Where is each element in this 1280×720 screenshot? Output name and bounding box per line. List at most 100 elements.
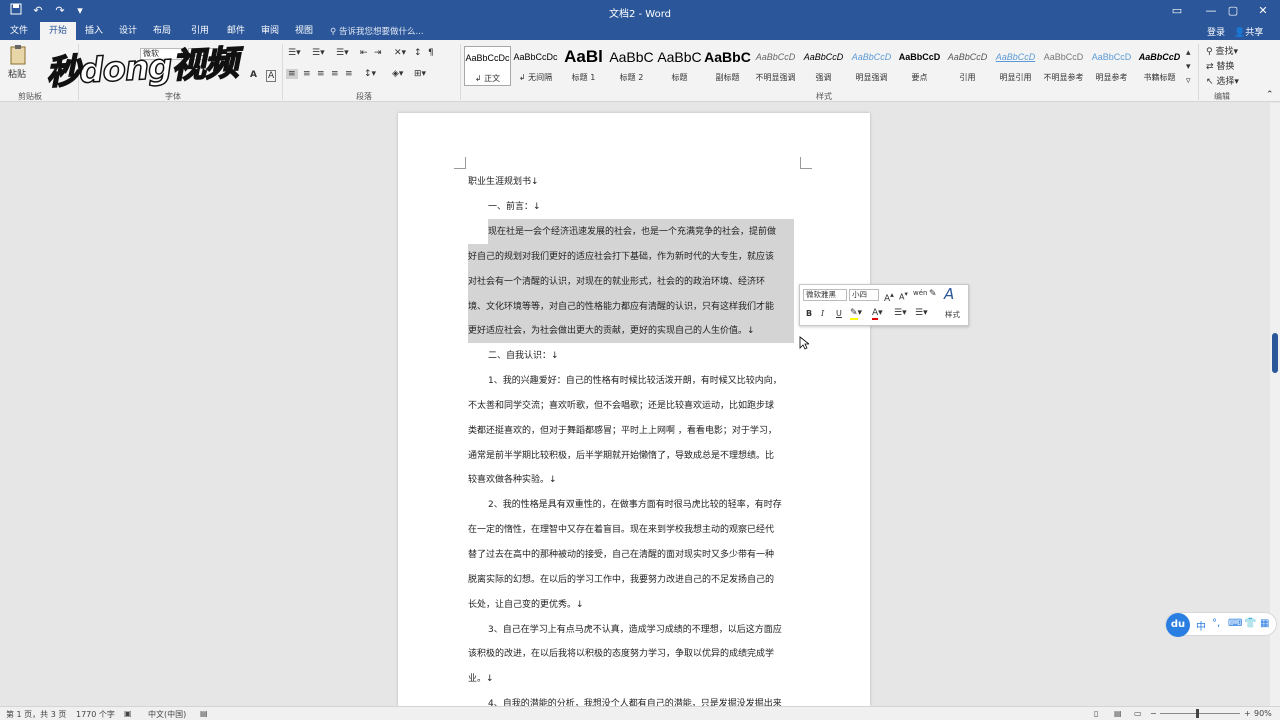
style-emphasis[interactable]: AaBbCcD 强调	[800, 46, 847, 86]
separator	[1198, 44, 1199, 100]
numbering-icon[interactable]: ☰▾	[915, 308, 928, 318]
style-preview: AaBbCcD	[851, 52, 892, 62]
maximize-button[interactable]: ▢	[1216, 0, 1250, 22]
language-indicator[interactable]: 中文(中国)	[148, 709, 186, 720]
sort-icon[interactable]: ↕	[414, 48, 422, 58]
share-button[interactable]: 👤共享	[1234, 25, 1263, 38]
tab-review[interactable]: 审阅	[256, 22, 284, 40]
style-no-spacing[interactable]: AaBbCcDc ↲ 无间隔	[512, 46, 559, 86]
keyboard-icon[interactable]: ⌨	[1228, 618, 1242, 629]
style-subtle-reference[interactable]: AaBbCcD 不明显参考	[1040, 46, 1087, 86]
shading-icon[interactable]: ◈▾	[392, 69, 403, 79]
underline-button[interactable]: U	[836, 309, 842, 318]
bold-button[interactable]: B	[806, 309, 812, 318]
phonetic-guide-icon[interactable]: wén	[913, 289, 927, 297]
skin-icon[interactable]: 👕	[1244, 618, 1256, 629]
web-layout-icon[interactable]: ▭	[1134, 709, 1142, 718]
tab-home[interactable]: 开始	[40, 22, 76, 40]
replace-button[interactable]: ⇄ 替换	[1206, 59, 1234, 72]
shrink-font-icon[interactable]: A▾	[899, 290, 908, 302]
font-color-icon[interactable]: A▾	[872, 308, 883, 320]
zoom-slider[interactable]	[1160, 713, 1240, 714]
show-marks-icon[interactable]: ¶	[428, 48, 434, 58]
styles-icon[interactable]: A	[944, 285, 954, 303]
styles-more-icon[interactable]: ▿	[1186, 76, 1191, 86]
grow-font-icon[interactable]: A▴	[884, 290, 894, 304]
mini-font-name[interactable]: 微软雅黑	[803, 289, 847, 301]
styles-label[interactable]: 样式	[945, 309, 960, 320]
word-count[interactable]: 1770 个字	[76, 709, 115, 720]
login-link[interactable]: 登录	[1207, 25, 1225, 38]
status-bar: 第 1 页，共 3 页 1770 个字 ▣ 中文(中国) ▤ ▯ ▤ ▭ − +…	[0, 706, 1280, 720]
paste-button[interactable]: 粘贴	[8, 67, 26, 80]
style-strong[interactable]: AaBbCcD 要点	[896, 46, 943, 86]
distributed-icon[interactable]: ≡	[345, 69, 353, 79]
baidu-ime-logo[interactable]: du	[1166, 613, 1190, 637]
style-heading-1[interactable]: AaBl 标题 1	[560, 46, 607, 86]
increase-indent-icon[interactable]: ⇥	[374, 48, 382, 58]
mini-font-size[interactable]: 小四	[849, 289, 879, 301]
tab-view[interactable]: 视图	[290, 22, 318, 40]
select-button[interactable]: ↖ 选择▾	[1206, 74, 1239, 87]
punctuation-icon[interactable]: °,	[1212, 618, 1220, 629]
highlight-icon[interactable]: ✎▾	[850, 308, 862, 320]
document-page[interactable]: 职业生涯规划书↓ 一、前言：↓ 现在社是一会个经济迅速发展的社会，也是一个充满竞…	[398, 113, 870, 706]
style-subtle-emphasis[interactable]: AaBbCcD 不明显强调	[752, 46, 799, 86]
style-subtitle[interactable]: AaBbC 副标题	[704, 46, 751, 86]
borders-icon[interactable]: ⊞▾	[414, 69, 426, 79]
scroll-thumb[interactable]	[1272, 333, 1278, 373]
paste-icon[interactable]	[8, 44, 28, 66]
char-shading-icon[interactable]: A	[250, 70, 257, 80]
page-count[interactable]: 第 1 页，共 3 页	[6, 709, 66, 720]
style-intense-quote[interactable]: AaBbCcD 明显引用	[992, 46, 1039, 86]
bullets-icon[interactable]: ☰▾	[288, 48, 301, 58]
menu-icon[interactable]: ▦	[1260, 618, 1269, 629]
collapse-ribbon-icon[interactable]: ⌃	[1266, 90, 1274, 100]
tab-insert[interactable]: 插入	[80, 22, 108, 40]
tell-me-search[interactable]: ⚲ 告诉我您想要做什么...	[330, 25, 424, 37]
ime-mode[interactable]: 中	[1196, 618, 1206, 633]
print-layout-icon[interactable]: ▤	[1114, 709, 1122, 718]
read-mode-icon[interactable]: ▯	[1094, 709, 1098, 718]
justify-icon[interactable]: ≡	[331, 69, 339, 79]
tab-layout[interactable]: 布局	[148, 22, 176, 40]
tab-design[interactable]: 设计	[114, 22, 142, 40]
ime-toolbar[interactable]: du 中 °, ⌨ 👕 ▦	[1165, 612, 1277, 637]
find-button[interactable]: ⚲ 查找▾	[1206, 44, 1238, 57]
decrease-indent-icon[interactable]: ⇤	[360, 48, 368, 58]
style-intense-reference[interactable]: AaBbCcD 明显参考	[1088, 46, 1135, 86]
zoom-out-icon[interactable]: −	[1150, 709, 1157, 718]
align-left-icon[interactable]: ≡	[286, 69, 298, 79]
style-intense-emphasis[interactable]: AaBbCcD 明显强调	[848, 46, 895, 86]
style-preview: AaBbCcD	[1091, 52, 1132, 62]
tab-file[interactable]: 文件	[4, 22, 34, 40]
proofing-icon[interactable]: ▣	[124, 709, 132, 718]
style-name: 引用	[959, 73, 976, 82]
cursor-icon: ↖	[1206, 77, 1217, 87]
numbering-icon[interactable]: ☰▾	[312, 48, 325, 58]
macro-icon[interactable]: ▤	[200, 709, 208, 718]
chinese-layout-icon[interactable]: ✕▾	[394, 48, 406, 58]
bullets-icon[interactable]: ☰▾	[894, 308, 907, 318]
style-title[interactable]: AaBbC 标题	[656, 46, 703, 86]
close-button[interactable]: ✕	[1246, 0, 1280, 22]
styles-scroll-up-icon[interactable]: ▴	[1186, 48, 1191, 58]
align-right-icon[interactable]: ≡	[317, 69, 325, 79]
style-quote[interactable]: AaBbCcD 引用	[944, 46, 991, 86]
line-spacing-icon[interactable]: ↕▾	[364, 69, 376, 79]
char-border-icon[interactable]: A	[266, 70, 277, 82]
zoom-slider-thumb[interactable]	[1196, 709, 1199, 718]
format-painter-icon[interactable]: ✎	[929, 289, 937, 299]
tell-me-text: 告诉我您想要做什么...	[338, 27, 424, 37]
ribbon-display-icon[interactable]: ▭	[1160, 0, 1194, 22]
multilevel-list-icon[interactable]: ☰▾	[336, 48, 349, 58]
style-book-title[interactable]: AaBbCcD 书籍标题	[1136, 46, 1183, 86]
italic-button[interactable]: I	[821, 309, 824, 318]
style-normal[interactable]: AaBbCcDc ↲ 正文	[464, 46, 511, 86]
align-center-icon[interactable]: ≡	[303, 69, 311, 79]
styles-scroll-down-icon[interactable]: ▾	[1186, 62, 1191, 72]
zoom-level[interactable]: 90%	[1254, 709, 1272, 718]
style-heading-2[interactable]: AaBbC 标题 2	[608, 46, 655, 86]
zoom-in-icon[interactable]: +	[1244, 709, 1251, 718]
person-icon: 👤	[1234, 28, 1246, 38]
